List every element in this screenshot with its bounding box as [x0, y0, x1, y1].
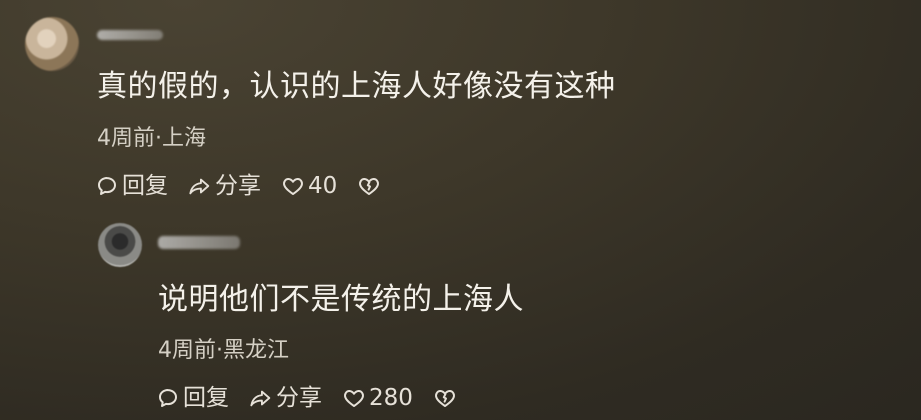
reply-share-button[interactable]: 分享	[249, 384, 322, 412]
heart-icon	[342, 386, 366, 410]
reply-reply-button[interactable]: 回复	[156, 384, 229, 412]
speech-bubble-icon	[156, 386, 180, 410]
reply-label: 回复	[122, 173, 168, 199]
reply-text: 说明他们不是传统的上海人	[158, 282, 524, 317]
like-count: 40	[308, 173, 338, 199]
reply-share-label: 分享	[276, 385, 322, 411]
broken-heart-icon	[357, 174, 381, 198]
reply-meta: 4周前·黑龙江	[158, 338, 289, 363]
reply-actions: 回复 分享 280	[156, 382, 457, 414]
share-button[interactable]: 分享	[188, 172, 261, 200]
username-blurred[interactable]	[97, 30, 163, 40]
avatar[interactable]	[25, 17, 79, 71]
dislike-button[interactable]	[357, 174, 381, 198]
reply-username-blurred[interactable]	[158, 236, 240, 249]
heart-icon	[281, 174, 305, 198]
reply-reply-label: 回复	[183, 385, 229, 411]
reply-button[interactable]: 回复	[95, 172, 168, 200]
comment-text: 真的假的，认识的上海人好像没有这种	[97, 69, 616, 104]
share-label: 分享	[215, 173, 261, 199]
reply-dislike-button[interactable]	[433, 386, 457, 410]
reply-like-count: 280	[369, 385, 413, 411]
comment-meta: 4周前·上海	[97, 126, 206, 151]
share-arrow-icon	[188, 174, 212, 198]
like-button[interactable]: 40	[281, 172, 337, 200]
reply-avatar[interactable]	[98, 223, 142, 267]
speech-bubble-icon	[95, 174, 119, 198]
broken-heart-icon	[433, 386, 457, 410]
comment-actions: 回复 分享 40	[95, 170, 381, 202]
share-arrow-icon	[249, 386, 273, 410]
reply-like-button[interactable]: 280	[342, 384, 413, 412]
